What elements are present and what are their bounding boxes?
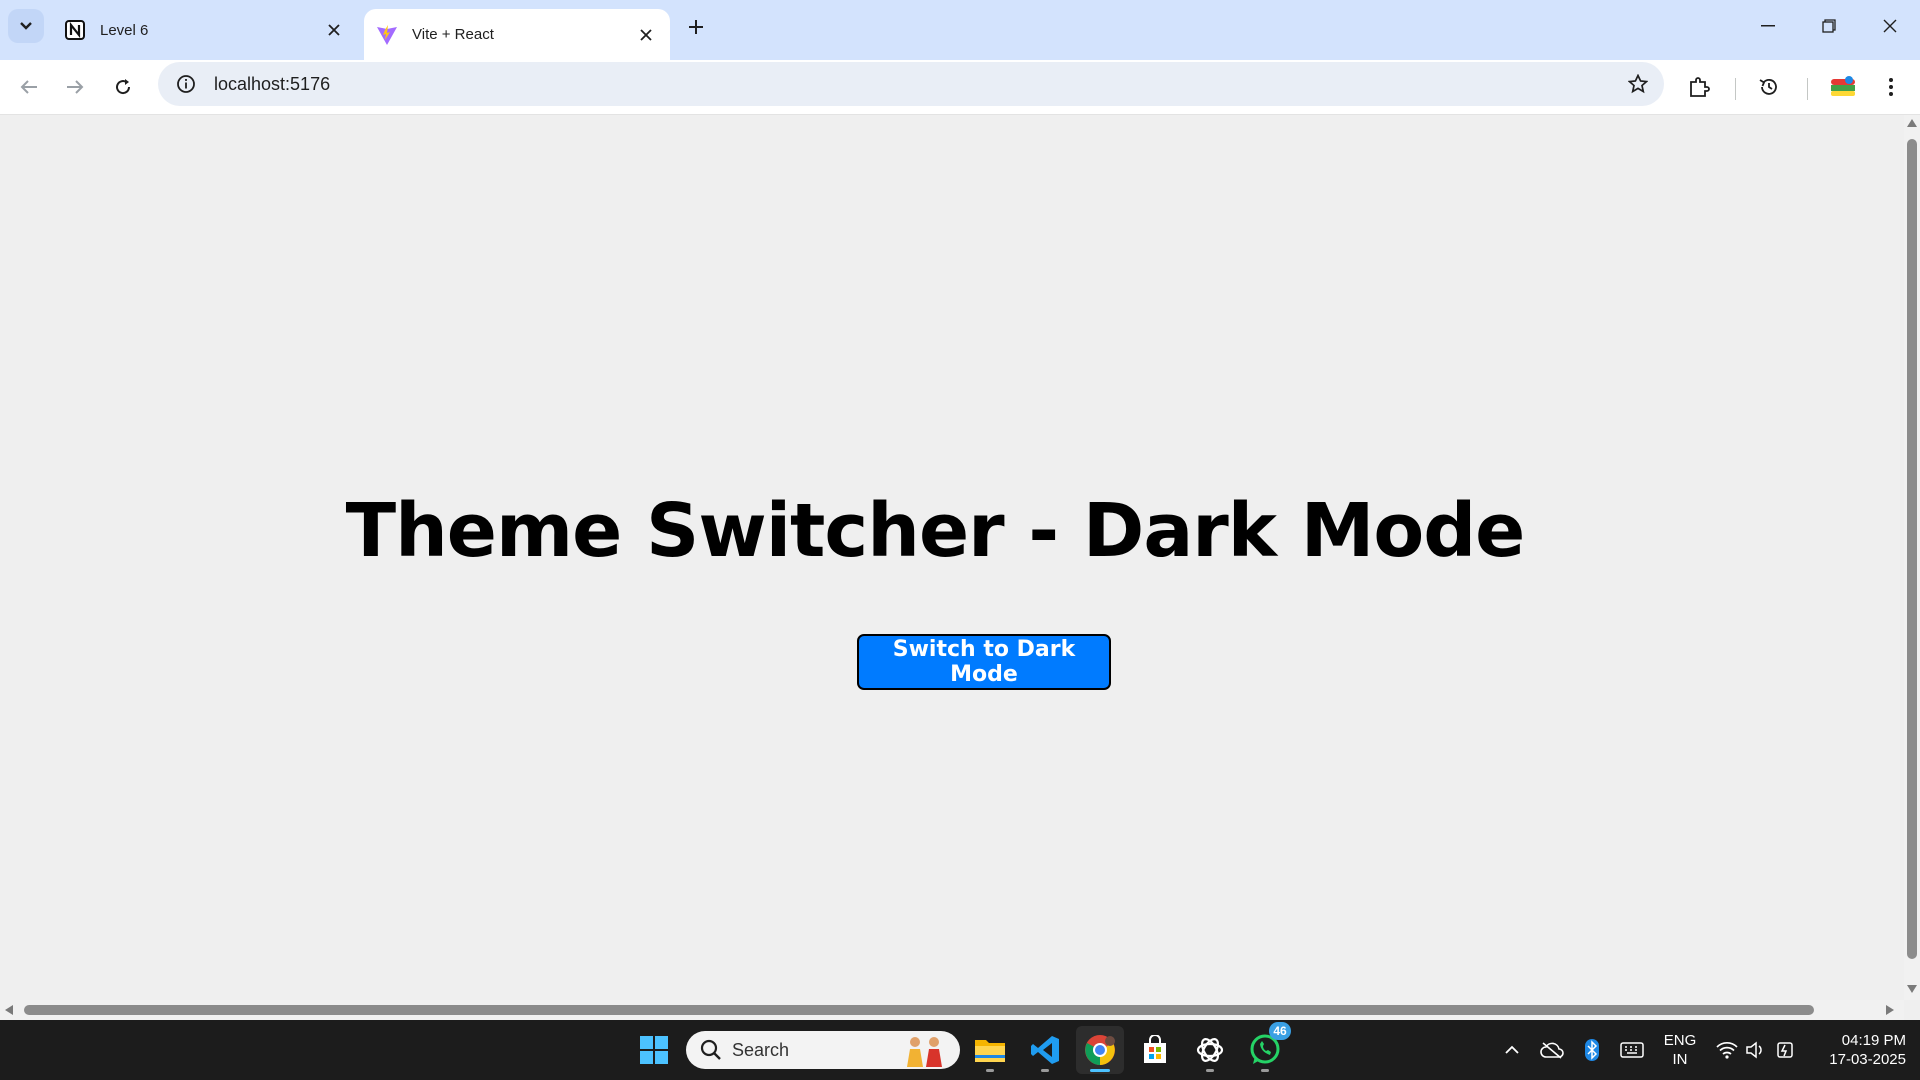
chrome-icon — [1085, 1035, 1115, 1065]
clock[interactable]: 04:19 PM 17-03-2025 — [1806, 1031, 1906, 1069]
chatgpt-button[interactable] — [1186, 1026, 1234, 1074]
running-indicator — [986, 1069, 994, 1072]
file-explorer-icon — [975, 1040, 1005, 1062]
scroll-right-arrow-icon[interactable] — [1886, 1005, 1894, 1015]
scroll-left-arrow-icon[interactable] — [5, 1005, 13, 1015]
horizontal-scroll-thumb[interactable] — [24, 1005, 1814, 1015]
running-indicator — [1206, 1069, 1214, 1072]
network-button[interactable] — [1715, 1038, 1739, 1062]
microsoft-store-icon — [1144, 1035, 1166, 1063]
switch-to-dark-mode-button[interactable]: Switch to Dark Mode — [857, 634, 1111, 690]
page-title: Theme Switcher - Dark Mode — [345, 488, 1526, 574]
search-placeholder: Search — [732, 1039, 790, 1060]
battery-button[interactable] — [1773, 1038, 1797, 1062]
notification-badge: 46 — [1269, 1022, 1291, 1040]
show-hidden-icons-button[interactable] — [1500, 1038, 1524, 1062]
scroll-down-arrow-icon[interactable] — [1907, 985, 1917, 993]
windows-taskbar: Search 46 ENG IN 04:19 PM 17-03-2025 — [0, 1020, 1920, 1080]
input-language-indicator[interactable]: ENG IN — [1660, 1031, 1700, 1069]
bluetooth-icon — [1585, 1039, 1599, 1061]
page-viewport: Theme Switcher - Dark Mode Switch to Dar… — [0, 115, 1904, 1000]
chevron-up-icon — [1505, 1045, 1519, 1054]
file-explorer-button[interactable] — [966, 1026, 1014, 1074]
search-icon — [700, 1039, 721, 1060]
scroll-up-arrow-icon[interactable] — [1907, 119, 1917, 127]
wifi-icon — [1716, 1041, 1738, 1059]
vscode-icon — [1031, 1036, 1059, 1064]
windows-start-icon — [640, 1036, 668, 1064]
running-indicator — [1261, 1069, 1269, 1072]
speaker-icon — [1746, 1041, 1762, 1059]
cloud-offline-icon — [1540, 1042, 1564, 1059]
keyboard-icon — [1620, 1042, 1644, 1058]
running-indicator — [1090, 1069, 1110, 1072]
volume-button[interactable] — [1743, 1038, 1767, 1062]
whatsapp-button[interactable]: 46 — [1241, 1022, 1291, 1074]
running-indicator — [1041, 1069, 1049, 1072]
chrome-button[interactable] — [1076, 1026, 1124, 1074]
start-button[interactable] — [630, 1026, 678, 1074]
bluetooth-button[interactable] — [1580, 1038, 1604, 1062]
vscode-button[interactable] — [1021, 1026, 1069, 1074]
clock-time: 04:19 PM — [1841, 1032, 1906, 1049]
region-code: IN — [1672, 1051, 1688, 1068]
taskbar-search[interactable]: Search — [686, 1031, 960, 1069]
chatgpt-icon — [1196, 1038, 1224, 1062]
vertical-scrollbar[interactable] — [1904, 115, 1920, 1000]
microsoft-store-button[interactable] — [1131, 1026, 1179, 1074]
horizontal-scrollbar[interactable] — [0, 1000, 1904, 1020]
battery-charging-icon — [1777, 1042, 1793, 1058]
search-highlight-illustration-icon — [907, 1037, 942, 1067]
touch-keyboard-button[interactable] — [1620, 1038, 1644, 1062]
vertical-scroll-thumb[interactable] — [1907, 139, 1917, 959]
screen: Level 6 Vite + React localhost:5176 Them… — [0, 0, 1920, 1080]
onedrive-button[interactable] — [1540, 1038, 1564, 1062]
clock-date: 17-03-2025 — [1829, 1051, 1906, 1068]
language-code: ENG — [1663, 1032, 1697, 1049]
app-root: Theme Switcher - Dark Mode Switch to Dar… — [0, 0, 1904, 1000]
